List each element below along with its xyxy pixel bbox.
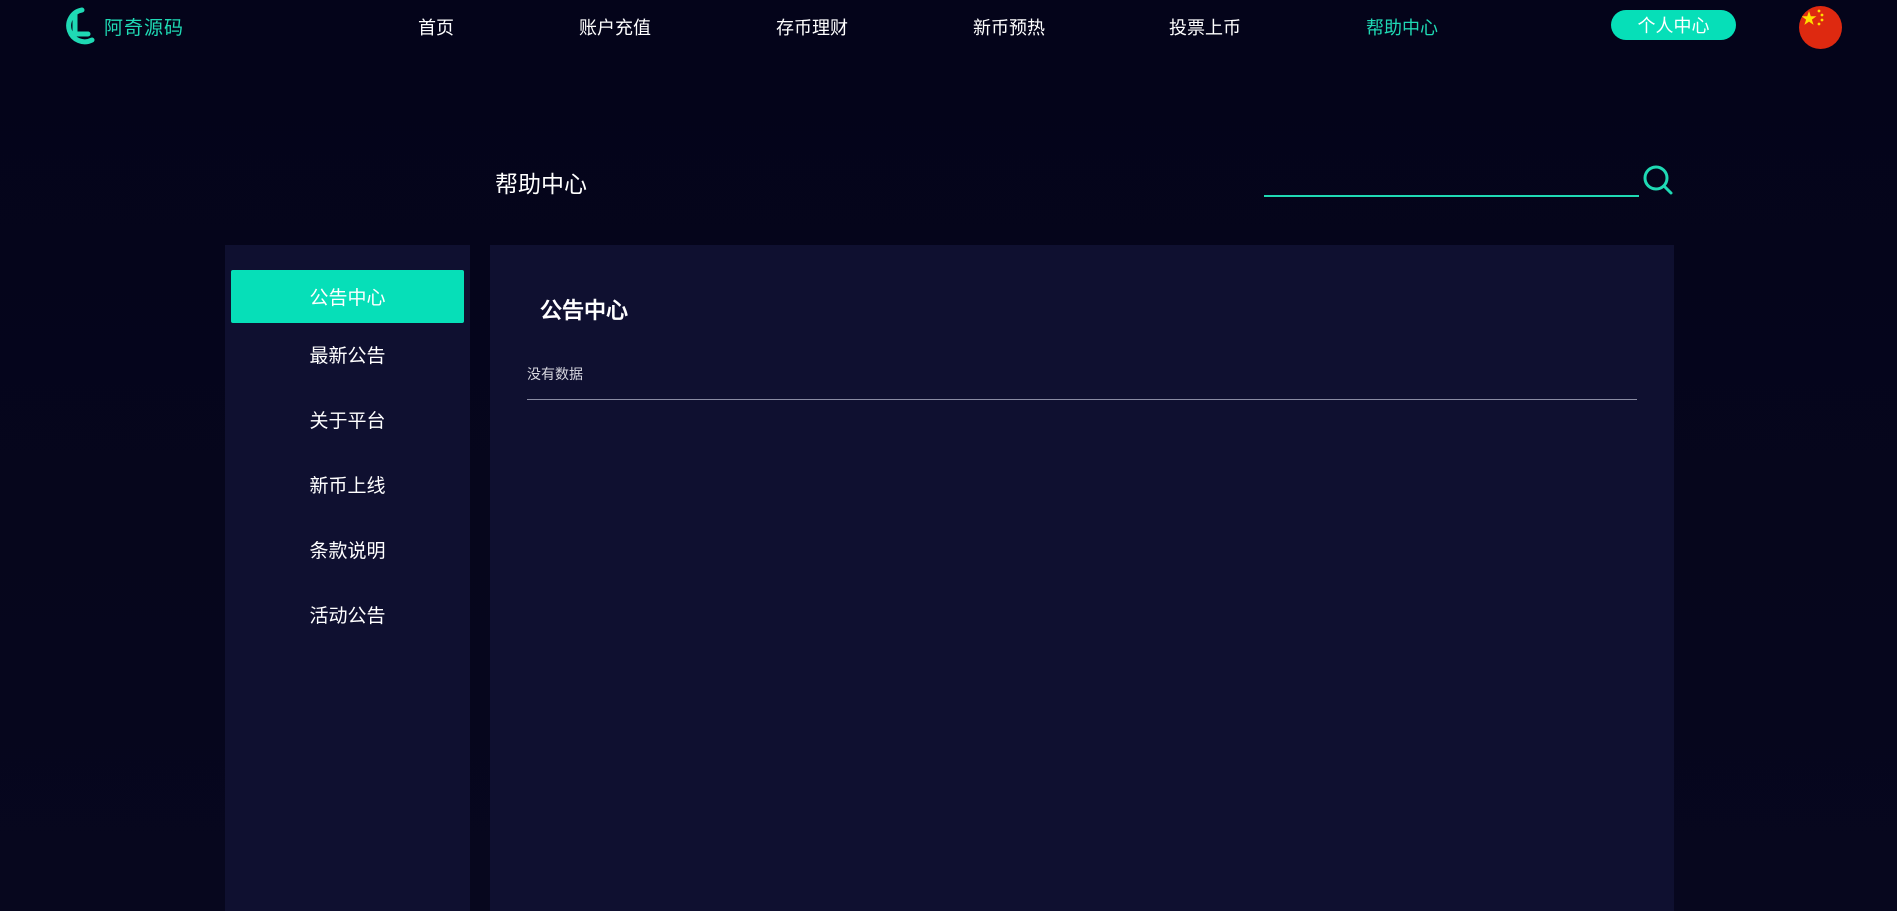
logo-text: 阿奇源码	[104, 16, 185, 39]
section-title: 公告中心	[540, 299, 629, 324]
sidebar-item-new-coin-listing[interactable]: 新币上线	[231, 458, 464, 511]
user-center-button[interactable]: 个人中心	[1611, 10, 1736, 40]
sidebar-item-terms[interactable]: 条款说明	[231, 523, 464, 576]
sidebar-item-announcement-center[interactable]: 公告中心	[231, 270, 464, 323]
nav-new-coin-preheat[interactable]: 新币预热	[973, 14, 1045, 40]
sidebar-item-about-platform[interactable]: 关于平台	[231, 393, 464, 446]
page-title: 帮助中心	[495, 172, 587, 198]
logo[interactable]: 阿奇源码	[62, 6, 184, 46]
help-sidebar: 公告中心 最新公告 关于平台 新币上线 条款说明 活动公告	[225, 245, 470, 911]
page: 阿奇源码 首页 账户充值 存币理财 新币预热 投票上币 帮助中心 个人中心 帮助…	[0, 0, 1897, 911]
search-bar	[1264, 162, 1674, 198]
nav-deposit[interactable]: 账户充值	[579, 14, 651, 40]
divider	[527, 399, 1637, 400]
nav-vote-listing[interactable]: 投票上币	[1169, 14, 1241, 40]
sidebar-item-latest-announcements[interactable]: 最新公告	[231, 328, 464, 381]
search-icon[interactable]	[1642, 164, 1674, 196]
china-flag-icon[interactable]	[1799, 6, 1842, 49]
sidebar-item-event-announcements[interactable]: 活动公告	[231, 588, 464, 641]
top-header: 阿奇源码 首页 账户充值 存币理财 新币预热 投票上币 帮助中心 个人中心	[0, 0, 1897, 52]
nav-help-center[interactable]: 帮助中心	[1366, 14, 1438, 40]
nav-home[interactable]: 首页	[418, 14, 454, 40]
nav-savings[interactable]: 存币理财	[776, 14, 848, 40]
search-input[interactable]	[1264, 162, 1639, 197]
main-panel: 公告中心 没有数据	[490, 245, 1674, 911]
logo-icon	[66, 7, 95, 45]
empty-state-text: 没有数据	[527, 367, 583, 383]
